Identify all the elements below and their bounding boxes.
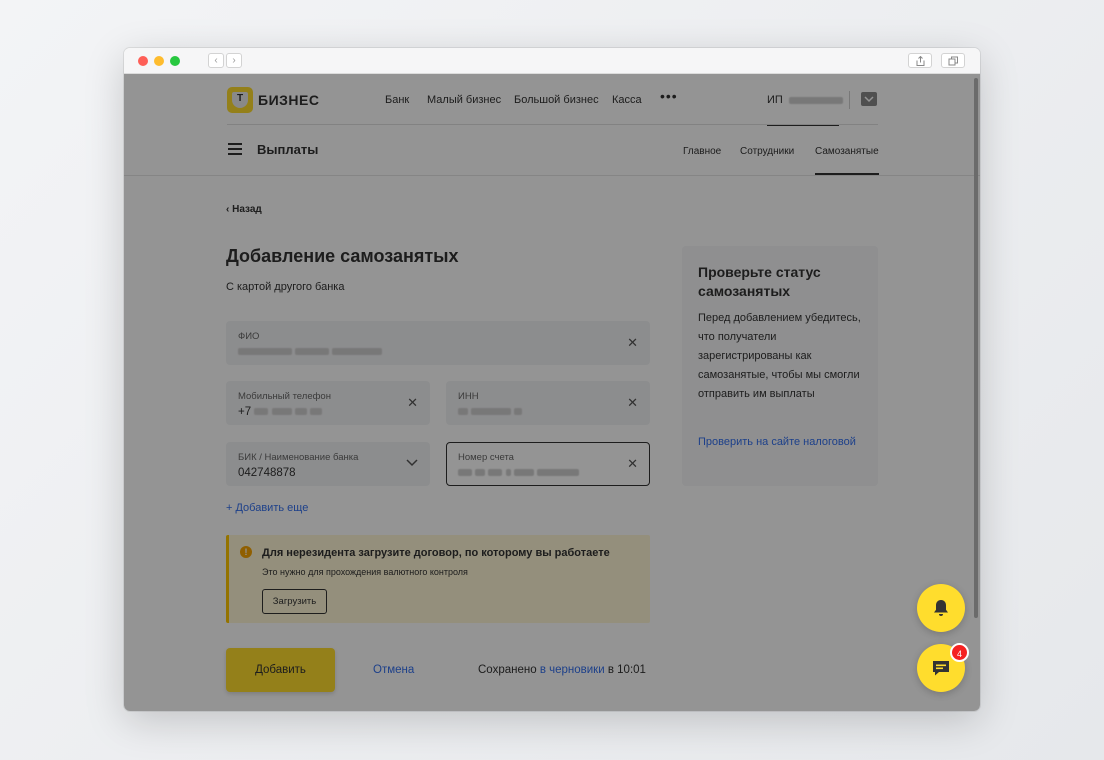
profile-button[interactable]	[861, 92, 877, 106]
phone-value: +7	[238, 406, 322, 418]
clear-fio-icon[interactable]: ✕	[627, 335, 638, 351]
chevron-down-icon[interactable]	[406, 455, 418, 470]
notice-text: Это нужно для прохождения валютного конт…	[262, 567, 468, 577]
maximize-window-button[interactable]	[170, 56, 180, 66]
nav-item-big-business[interactable]: Большой бизнес	[514, 94, 599, 106]
account-prefix: ИП	[767, 94, 783, 106]
fio-value	[238, 346, 383, 358]
account-number-field[interactable]: Номер счета ✕	[446, 442, 650, 486]
page-subtitle: С картой другого банка	[226, 281, 345, 293]
logo[interactable]: Т	[227, 87, 253, 113]
drafts-link[interactable]: в черновики	[540, 664, 605, 676]
browser-titlebar: ‹ ›	[124, 48, 980, 74]
bell-icon	[934, 600, 948, 616]
logo-letter: Т	[236, 93, 244, 104]
inn-label: ИНН	[458, 391, 479, 402]
tabs-icon	[948, 56, 958, 66]
notice-title: Для нерезидента загрузите договор, по ко…	[262, 547, 610, 559]
clear-phone-icon[interactable]: ✕	[407, 395, 418, 411]
browser-back-button[interactable]: ‹	[208, 53, 224, 68]
tab-employees[interactable]: Сотрудники	[740, 146, 794, 157]
inn-value	[458, 406, 523, 418]
back-link-label: Назад	[232, 204, 262, 215]
logo-shield-icon: Т	[232, 92, 248, 108]
chat-icon	[933, 661, 949, 676]
account-label: Номер счета	[458, 452, 514, 463]
notifications-button[interactable]	[917, 584, 965, 632]
header-separator	[227, 124, 878, 125]
menu-icon[interactable]	[228, 143, 242, 155]
clear-account-icon[interactable]: ✕	[627, 456, 638, 472]
page-title: Добавление самозанятых	[226, 246, 459, 266]
warning-icon: !	[240, 546, 252, 558]
minimize-window-button[interactable]	[154, 56, 164, 66]
cancel-link[interactable]: Отмена	[373, 664, 414, 676]
tab-self-employed[interactable]: Самозанятые	[815, 146, 879, 157]
add-more-link[interactable]: + Добавить еще	[226, 502, 308, 514]
page-content: Т БИЗНЕС Банк Малый бизнес Большой бизне…	[124, 74, 980, 711]
check-tax-site-link[interactable]: Проверить на сайте налоговой	[698, 433, 868, 452]
section-title: Выплаты	[257, 142, 319, 157]
top-header: Т БИЗНЕС Банк Малый бизнес Большой бизне…	[124, 74, 980, 126]
nav-item-kassa[interactable]: Касса	[612, 94, 642, 106]
phone-field[interactable]: Мобильный телефон +7 ✕	[226, 381, 430, 425]
more-menu-button[interactable]: •••	[660, 88, 678, 104]
brand-name[interactable]: БИЗНЕС	[258, 92, 319, 108]
status-check-panel: Проверьте статус самозанятых Перед добав…	[682, 246, 878, 486]
nonresident-notice: ! Для нерезидента загрузите договор, по …	[226, 535, 650, 623]
browser-forward-button[interactable]: ›	[226, 53, 242, 68]
account-value	[458, 467, 580, 479]
upload-button[interactable]: Загрузить	[262, 589, 327, 614]
chat-unread-badge: 4	[950, 643, 969, 662]
share-button[interactable]	[908, 53, 932, 68]
bik-label: БИК / Наименование банка	[238, 452, 359, 463]
inn-field[interactable]: ИНН ✕	[446, 381, 650, 425]
clear-inn-icon[interactable]: ✕	[627, 395, 638, 411]
panel-text: Перед добавлением убедитесь, что получат…	[698, 312, 861, 400]
draft-status: Сохранено в черновики в 10:01	[478, 664, 646, 676]
section-header: Выплаты Главное Сотрудники Самозанятые	[124, 126, 980, 176]
account-name-redacted	[788, 96, 843, 104]
page-scrollbar[interactable]	[974, 78, 978, 618]
header-divider	[849, 91, 850, 109]
nav-item-bank[interactable]: Банк	[385, 94, 409, 106]
panel-title: Проверьте статус самозанятых	[698, 264, 821, 299]
fio-field[interactable]: ФИО ✕	[226, 321, 650, 365]
add-button[interactable]: Добавить	[226, 648, 335, 692]
tab-main[interactable]: Главное	[683, 146, 721, 157]
phone-label: Мобильный телефон	[238, 391, 331, 402]
nav-item-small-business[interactable]: Малый бизнес	[427, 94, 501, 106]
account-selector[interactable]: ИП	[767, 94, 843, 106]
active-tab-indicator	[815, 173, 879, 175]
close-window-button[interactable]	[138, 56, 148, 66]
bik-value: 042748878	[238, 467, 296, 479]
share-icon	[916, 56, 925, 66]
back-link[interactable]: ‹ Назад	[226, 204, 262, 215]
fio-label: ФИО	[238, 331, 260, 342]
browser-window: ‹ › Т БИЗНЕС Банк Малый бизнес Большой б…	[124, 48, 980, 711]
tabs-overview-button[interactable]	[941, 53, 965, 68]
chevron-down-icon	[864, 96, 874, 103]
bik-select[interactable]: БИК / Наименование банка 042748878	[226, 442, 430, 486]
